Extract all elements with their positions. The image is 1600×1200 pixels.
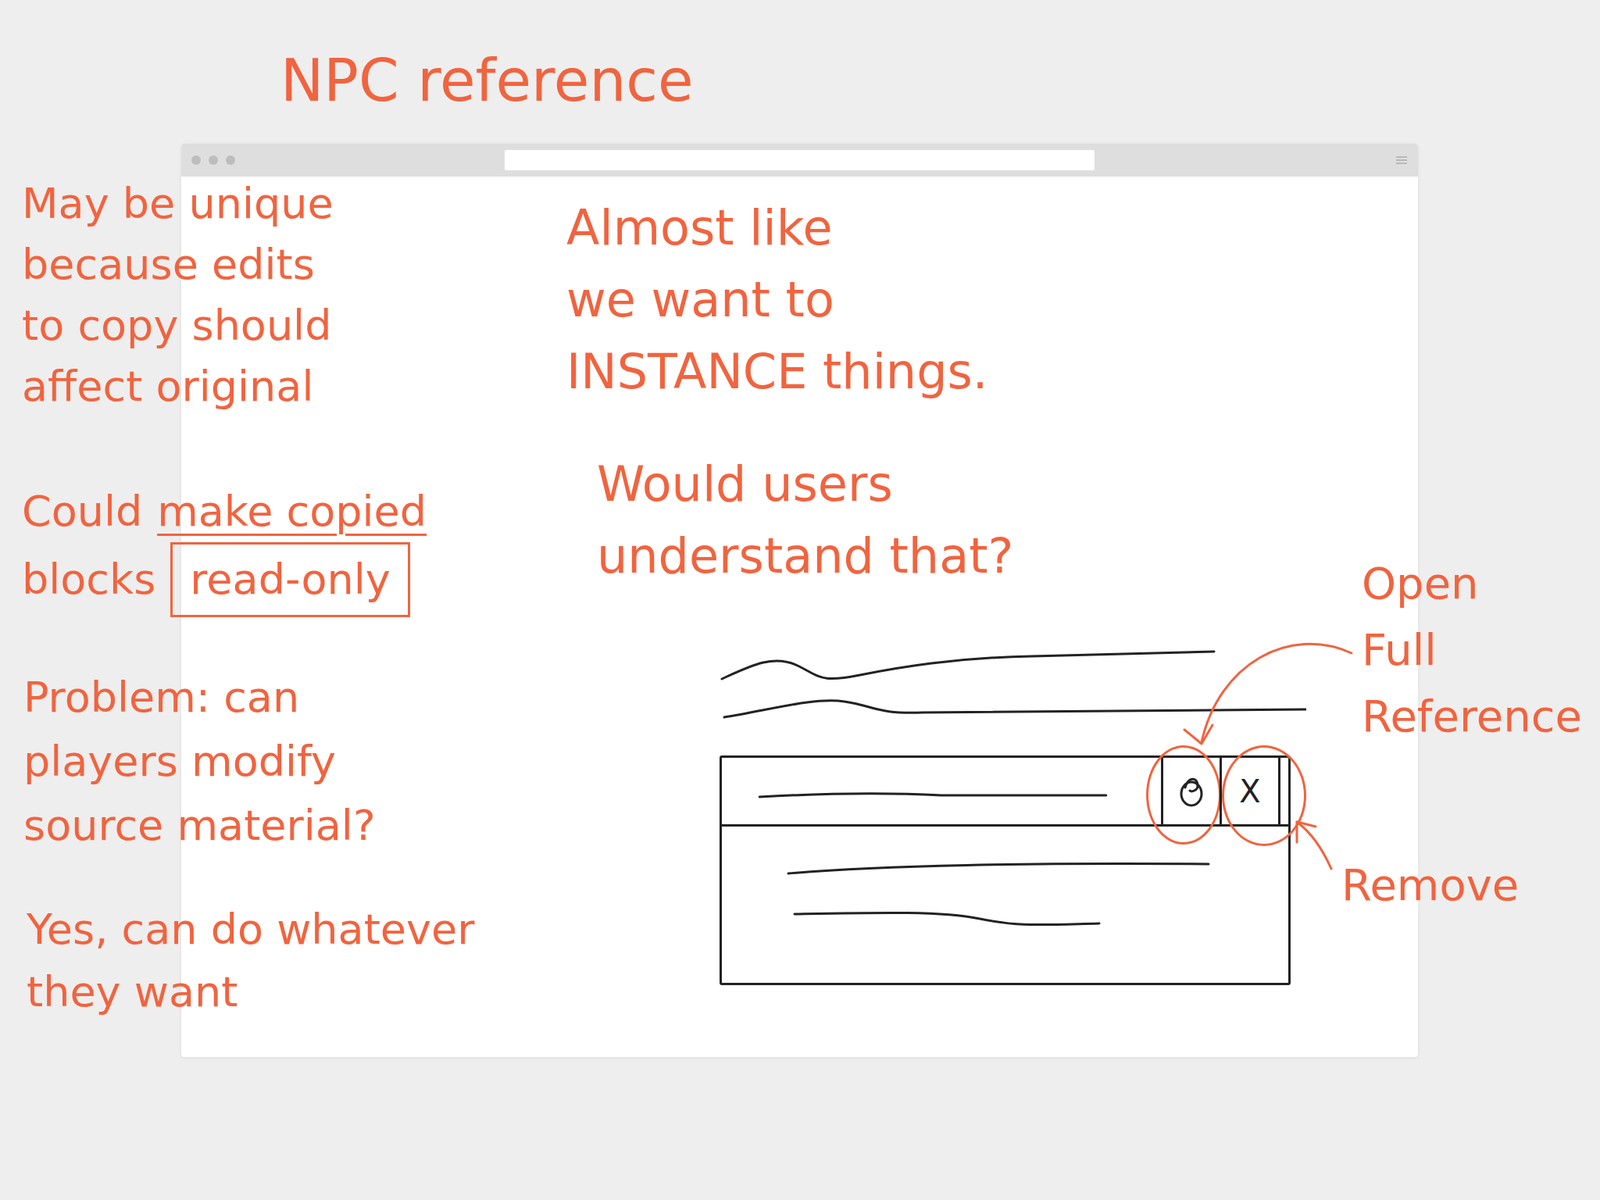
note-text: they want: [26, 960, 238, 1024]
note-text: INSTANCE things.: [566, 335, 989, 408]
menu-icon[interactable]: [1396, 155, 1408, 165]
note-text: blocks: [21, 549, 156, 611]
note-text: to copy should: [21, 295, 332, 357]
note-line: Would users: [596, 448, 1014, 521]
highlight-circle: [1146, 745, 1222, 845]
annotation-note: OpenFullReference: [1361, 550, 1583, 750]
window-dot[interactable]: [225, 155, 236, 165]
note-line: Almost like: [566, 192, 989, 265]
note-text: Could: [21, 481, 143, 543]
handwritten-note: May be uniquebecause editsto copy should…: [21, 173, 334, 418]
handwritten-note: Problem: canplayers modifysource materia…: [23, 665, 376, 858]
note-line: INSTANCE things.: [566, 335, 989, 408]
note-text: source material?: [23, 793, 376, 858]
handwritten-note: Almost likewe want toINSTANCE things.: [566, 192, 989, 408]
annotation-text: Remove: [1341, 851, 1519, 918]
note-text: we want to: [566, 264, 835, 336]
note-line: Problem: can: [23, 665, 376, 730]
note-line: affect original: [21, 356, 334, 418]
note-line: they want: [26, 960, 475, 1024]
annotation-text: Reference: [1361, 682, 1583, 750]
note-line: we want to: [566, 264, 989, 336]
open-reference-button[interactable]: [1160, 757, 1220, 825]
remove-button[interactable]: X: [1219, 757, 1281, 825]
note-line: players modify: [23, 729, 376, 794]
note-text: Would users: [596, 448, 893, 521]
annotation-arrows: [0, 0, 1600, 1200]
note-line: Yes, can do whatever: [26, 898, 475, 961]
page-title: NPC reference: [280, 45, 694, 116]
remove-text: X: [1239, 772, 1261, 811]
link-icon: [1177, 773, 1206, 810]
browser-titlebar: [181, 143, 1418, 177]
placeholder-lines: [721, 826, 1289, 983]
note-text: Yes, can do whatever: [26, 898, 475, 961]
note-text: players modify: [23, 729, 336, 794]
note-text: Almost like: [566, 192, 833, 265]
note-line: May be unique: [21, 173, 334, 235]
wireframe-sketch: X: [719, 650, 1307, 986]
note-text: because edits: [21, 234, 315, 296]
whiteboard: NPC referenceMay be uniquebecause editst…: [0, 0, 1600, 1200]
note-text: affect original: [21, 356, 314, 418]
card-header: X: [721, 757, 1289, 827]
reference-card: X: [719, 755, 1291, 986]
note-line: to copy should: [21, 295, 334, 357]
note-line: understand that?: [596, 520, 1014, 593]
card-body: [721, 826, 1289, 983]
window-dot[interactable]: [208, 155, 218, 165]
window-dot[interactable]: [191, 155, 201, 165]
note-text: understand that?: [596, 520, 1014, 593]
note-line: source material?: [23, 793, 376, 858]
note-text: read-only: [170, 542, 410, 618]
annotation-note: Remove: [1341, 851, 1519, 918]
annotation-text: Full: [1361, 616, 1583, 683]
placeholder-lines: [719, 650, 1307, 756]
note-line: because edits: [21, 234, 334, 296]
handwritten-note: Couldmake copiedblocksread-only: [21, 481, 427, 618]
handwritten-note: Yes, can do whateverthey want: [26, 898, 475, 1024]
note-text: May be unique: [21, 173, 334, 235]
handwritten-note: Would usersunderstand that?: [596, 448, 1014, 593]
menu-button[interactable]: [1094, 155, 1418, 165]
highlight-circle: [1221, 745, 1307, 847]
note-line: blocksread-only: [21, 542, 427, 618]
note-line: Couldmake copied: [21, 481, 427, 543]
note-text: make copied: [157, 481, 427, 543]
note-text: Problem: can: [23, 665, 300, 730]
address-bar[interactable]: [504, 150, 1095, 171]
placeholder-line: [721, 757, 1161, 825]
annotation-text: Open: [1361, 550, 1583, 617]
window-controls: [181, 155, 505, 165]
